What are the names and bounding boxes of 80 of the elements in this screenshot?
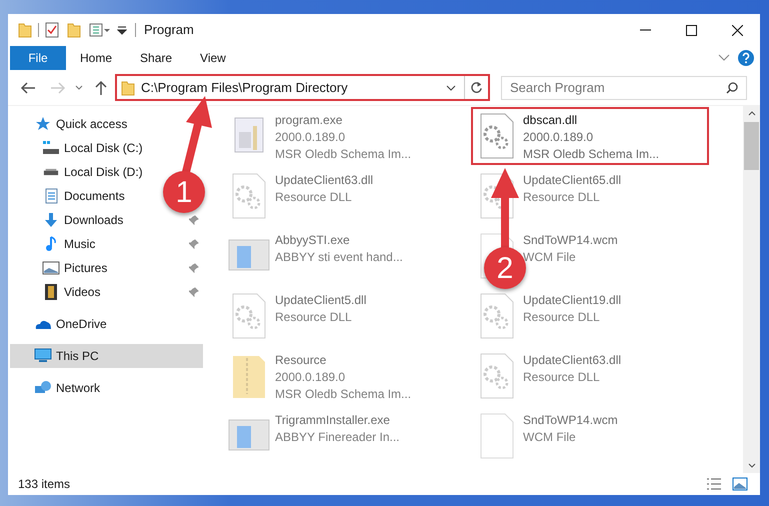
- pin-icon[interactable]: [189, 263, 199, 273]
- ribbon-tab[interactable]: Share: [126, 46, 186, 70]
- nav-item[interactable]: This PC: [10, 344, 203, 368]
- item-count: 133 items: [18, 476, 70, 493]
- nav-item[interactable]: Videos: [38, 280, 104, 304]
- file-name[interactable]: Resource: [275, 352, 412, 369]
- file-name[interactable]: SndToWP14.wcm: [523, 232, 618, 249]
- scroll-up-icon[interactable]: [748, 111, 756, 116]
- nav-item[interactable]: Documents: [38, 184, 129, 208]
- file-name[interactable]: UpdateClient65.dll: [523, 172, 622, 189]
- nav-item[interactable]: Music: [38, 232, 100, 256]
- back-arrow-icon[interactable]: [20, 80, 36, 94]
- help-icon[interactable]: [738, 50, 754, 66]
- file-detail: WCM File: [523, 429, 577, 446]
- nav-item[interactable]: Local Disk (C:): [38, 136, 147, 160]
- drive-icon: [42, 140, 60, 156]
- picture-icon: [42, 260, 60, 276]
- folder-icon: [18, 22, 32, 38]
- large-icons-view-icon[interactable]: [732, 477, 748, 491]
- address-bar[interactable]: C:\Program Files\Program Directory: [115, 74, 490, 101]
- maximize-icon: [686, 24, 696, 36]
- scrollbar-thumb[interactable]: [744, 122, 759, 170]
- folder-icon: [121, 80, 135, 96]
- nav-item[interactable]: Local Disk (D:): [38, 160, 147, 184]
- details-view-icon[interactable]: [706, 477, 722, 491]
- pin-icon[interactable]: [189, 287, 199, 297]
- file-detail: 2000.0.189.0: [523, 129, 594, 146]
- file-name[interactable]: program.exe: [275, 112, 412, 129]
- pin-icon[interactable]: [189, 215, 199, 225]
- ribbon-tab[interactable]: View: [186, 46, 240, 70]
- file-detail: Resource DLL: [523, 189, 601, 206]
- checklist-icon[interactable]: [45, 22, 59, 38]
- file-name[interactable]: dbscan.dll: [523, 112, 660, 129]
- film-icon: [42, 284, 60, 300]
- network-icon: [34, 380, 52, 396]
- file-name[interactable]: UpdateClient5.dll: [275, 292, 366, 309]
- minimize-icon: [640, 29, 650, 31]
- file-name[interactable]: UpdateClient63.dll: [523, 352, 622, 369]
- search-field[interactable]: Search Program: [501, 76, 747, 100]
- file-name[interactable]: SndToWP14.wcm: [523, 412, 618, 429]
- chevron-down-icon[interactable]: [446, 84, 456, 92]
- scroll-down-icon[interactable]: [748, 463, 756, 468]
- monitor-icon: [34, 348, 52, 364]
- refresh-icon[interactable]: [470, 81, 483, 94]
- file-detail: MSR Oledb Schema Im...: [275, 386, 412, 403]
- scrollbar[interactable]: [743, 106, 760, 473]
- file-detail: 2000.0.189.0: [275, 129, 346, 146]
- pin-icon[interactable]: [189, 239, 199, 249]
- file-detail: Resource DLL: [275, 309, 353, 326]
- file-detail: MSR Oledb Schema Im...: [275, 146, 412, 163]
- properties-icon[interactable]: [89, 22, 111, 38]
- file-detail: 2000.0.189.0: [275, 369, 346, 386]
- file-name[interactable]: AbbyySTI.exe: [275, 232, 403, 249]
- ribbon-tab[interactable]: Home: [66, 46, 126, 70]
- new-folder-icon: [67, 22, 81, 38]
- file-tab[interactable]: File: [10, 46, 66, 70]
- file-detail: Resource DLL: [523, 369, 601, 386]
- file-detail: ABBYY Finereader In...: [275, 429, 400, 446]
- window-title: Program: [144, 21, 194, 40]
- nav-item[interactable]: Network: [10, 376, 104, 400]
- file-detail: ABBYY sti event hand...: [275, 249, 403, 266]
- nav-item[interactable]: Downloads: [38, 208, 128, 232]
- file-name[interactable]: TrigrammInstaller.exe: [275, 412, 400, 429]
- close-icon: [732, 24, 742, 36]
- dropdown-arrow-icon[interactable]: [117, 25, 127, 35]
- search-icon: [726, 82, 738, 94]
- file-detail: Resource DLL: [275, 189, 353, 206]
- nav-item[interactable]: Pictures: [38, 256, 112, 280]
- file-detail: MSR Oledb Schema Im...: [523, 146, 660, 163]
- nav-item[interactable]: Quick access: [10, 112, 132, 136]
- drive-icon: [42, 168, 60, 176]
- file-name[interactable]: UpdateClient19.dll: [523, 292, 622, 309]
- file-detail: Resource DLL: [523, 309, 601, 326]
- nav-item[interactable]: OneDrive: [10, 312, 111, 336]
- up-arrow-icon[interactable]: [94, 80, 108, 96]
- file-name[interactable]: UpdateClient63.dll: [275, 172, 374, 189]
- chevron-down-icon[interactable]: [74, 84, 84, 92]
- download-arrow-icon: [42, 212, 60, 228]
- address-path: C:\Program Files\Program Directory: [141, 78, 348, 97]
- star-icon: [34, 116, 52, 132]
